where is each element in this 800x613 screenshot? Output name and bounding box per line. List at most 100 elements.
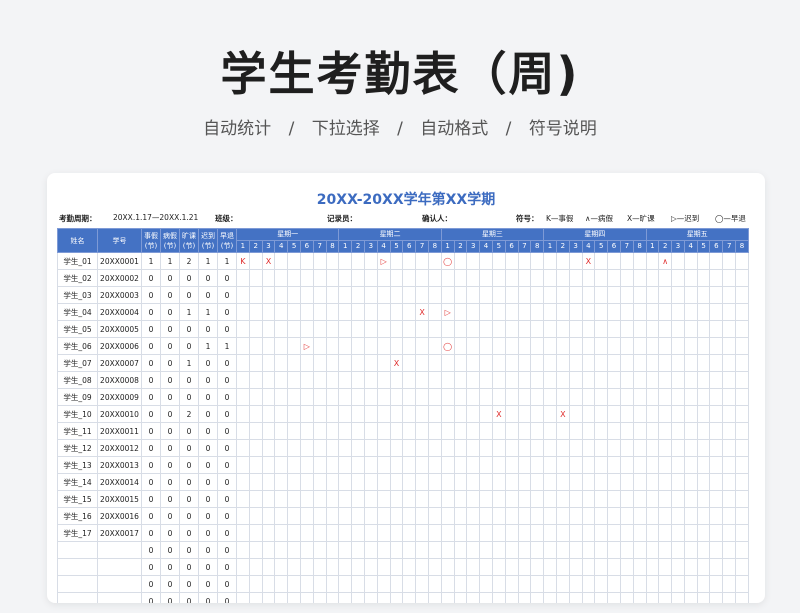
attendance-mark-cell[interactable] (607, 439, 621, 457)
attendance-mark-cell[interactable] (325, 422, 340, 440)
attendance-mark-cell[interactable] (735, 473, 749, 491)
attendance-mark-cell[interactable] (440, 269, 455, 287)
attendance-mark-cell[interactable] (274, 575, 289, 593)
attendance-mark-cell[interactable] (709, 337, 724, 355)
attendance-mark-cell[interactable] (312, 286, 327, 304)
attendance-mark-cell[interactable] (453, 575, 468, 593)
attendance-mark-cell[interactable] (287, 575, 301, 593)
attendance-mark-cell[interactable] (299, 422, 314, 440)
attendance-mark-cell[interactable] (683, 558, 698, 576)
attendance-mark-cell[interactable] (312, 337, 327, 355)
attendance-mark-cell[interactable] (312, 252, 327, 270)
attendance-mark-cell[interactable] (402, 592, 417, 603)
attendance-mark-cell[interactable] (735, 320, 749, 338)
student-id-cell[interactable]: 20XX0003 (97, 286, 142, 304)
attendance-mark-cell[interactable] (363, 388, 378, 406)
attendance-mark-cell[interactable] (287, 422, 301, 440)
attendance-mark-cell[interactable] (709, 320, 724, 338)
attendance-mark-cell[interactable] (722, 422, 737, 440)
attendance-mark-cell[interactable] (351, 269, 365, 287)
attendance-mark-cell[interactable] (491, 439, 506, 457)
attendance-mark-cell[interactable] (363, 541, 378, 559)
attendance-mark-cell[interactable] (338, 558, 353, 576)
attendance-mark-cell[interactable] (632, 490, 647, 508)
attendance-mark-cell[interactable] (402, 575, 417, 593)
attendance-mark-cell[interactable] (466, 558, 481, 576)
attendance-mark-cell[interactable] (376, 405, 391, 423)
attendance-mark-cell[interactable] (581, 286, 596, 304)
attendance-mark-cell[interactable] (517, 405, 532, 423)
attendance-mark-cell[interactable] (722, 269, 737, 287)
attendance-mark-cell[interactable] (376, 422, 391, 440)
attendance-mark-cell[interactable] (453, 371, 468, 389)
attendance-mark-cell[interactable] (543, 354, 557, 372)
attendance-mark-cell[interactable] (504, 422, 519, 440)
attendance-mark-cell[interactable] (543, 541, 557, 559)
attendance-mark-cell[interactable] (466, 405, 481, 423)
attendance-mark-cell[interactable]: X (415, 303, 429, 321)
attendance-mark-cell[interactable] (735, 286, 749, 304)
attendance-mark-cell[interactable] (607, 337, 621, 355)
attendance-mark-cell[interactable] (607, 371, 621, 389)
attendance-mark-cell[interactable] (619, 371, 634, 389)
attendance-mark-cell[interactable] (351, 286, 365, 304)
attendance-mark-cell[interactable] (671, 388, 685, 406)
attendance-mark-cell[interactable] (261, 371, 276, 389)
attendance-mark-cell[interactable] (722, 456, 737, 474)
attendance-mark-cell[interactable] (696, 252, 711, 270)
attendance-mark-cell[interactable] (683, 592, 698, 603)
attendance-mark-cell[interactable] (440, 558, 455, 576)
attendance-mark-cell[interactable] (427, 575, 442, 593)
attendance-mark-cell[interactable] (555, 524, 570, 542)
attendance-mark-cell[interactable] (402, 541, 417, 559)
attendance-mark-cell[interactable] (312, 320, 327, 338)
attendance-mark-cell[interactable] (453, 524, 468, 542)
attendance-mark-cell[interactable] (504, 439, 519, 457)
attendance-mark-cell[interactable] (287, 320, 301, 338)
attendance-mark-cell[interactable] (632, 541, 647, 559)
attendance-mark-cell[interactable] (479, 371, 493, 389)
attendance-mark-cell[interactable] (312, 541, 327, 559)
attendance-mark-cell[interactable] (325, 524, 340, 542)
attendance-mark-cell[interactable] (594, 371, 609, 389)
attendance-mark-cell[interactable] (351, 507, 365, 525)
attendance-mark-cell[interactable] (299, 473, 314, 491)
attendance-mark-cell[interactable] (722, 439, 737, 457)
attendance-mark-cell[interactable] (389, 558, 404, 576)
attendance-mark-cell[interactable] (491, 337, 506, 355)
student-name-cell[interactable]: 学生_04 (57, 303, 98, 321)
attendance-mark-cell[interactable] (517, 558, 532, 576)
attendance-mark-cell[interactable] (594, 456, 609, 474)
attendance-mark-cell[interactable] (427, 405, 442, 423)
attendance-mark-cell[interactable] (427, 286, 442, 304)
attendance-mark-cell[interactable] (338, 439, 353, 457)
attendance-mark-cell[interactable] (312, 439, 327, 457)
attendance-mark-cell[interactable] (607, 592, 621, 603)
attendance-mark-cell[interactable] (389, 541, 404, 559)
attendance-mark-cell[interactable] (363, 507, 378, 525)
attendance-mark-cell[interactable] (517, 286, 532, 304)
attendance-mark-cell[interactable] (543, 507, 557, 525)
attendance-mark-cell[interactable] (427, 490, 442, 508)
attendance-mark-cell[interactable] (312, 592, 327, 603)
student-id-cell[interactable]: 20XX0002 (97, 269, 142, 287)
student-id-cell[interactable]: 20XX0016 (97, 507, 142, 525)
attendance-mark-cell[interactable] (568, 507, 583, 525)
attendance-mark-cell[interactable] (261, 320, 276, 338)
attendance-mark-cell[interactable] (696, 269, 711, 287)
attendance-mark-cell[interactable] (594, 507, 609, 525)
attendance-mark-cell[interactable] (581, 524, 596, 542)
attendance-mark-cell[interactable] (517, 592, 532, 603)
attendance-mark-cell[interactable] (389, 592, 404, 603)
attendance-mark-cell[interactable] (504, 388, 519, 406)
attendance-mark-cell[interactable] (491, 354, 506, 372)
attendance-mark-cell[interactable] (236, 269, 250, 287)
attendance-mark-cell[interactable] (735, 439, 749, 457)
attendance-mark-cell[interactable] (671, 524, 685, 542)
attendance-mark-cell[interactable] (594, 252, 609, 270)
attendance-mark-cell[interactable] (479, 337, 493, 355)
attendance-mark-cell[interactable] (594, 269, 609, 287)
attendance-mark-cell[interactable] (261, 541, 276, 559)
attendance-mark-cell[interactable] (363, 524, 378, 542)
attendance-mark-cell[interactable] (466, 422, 481, 440)
